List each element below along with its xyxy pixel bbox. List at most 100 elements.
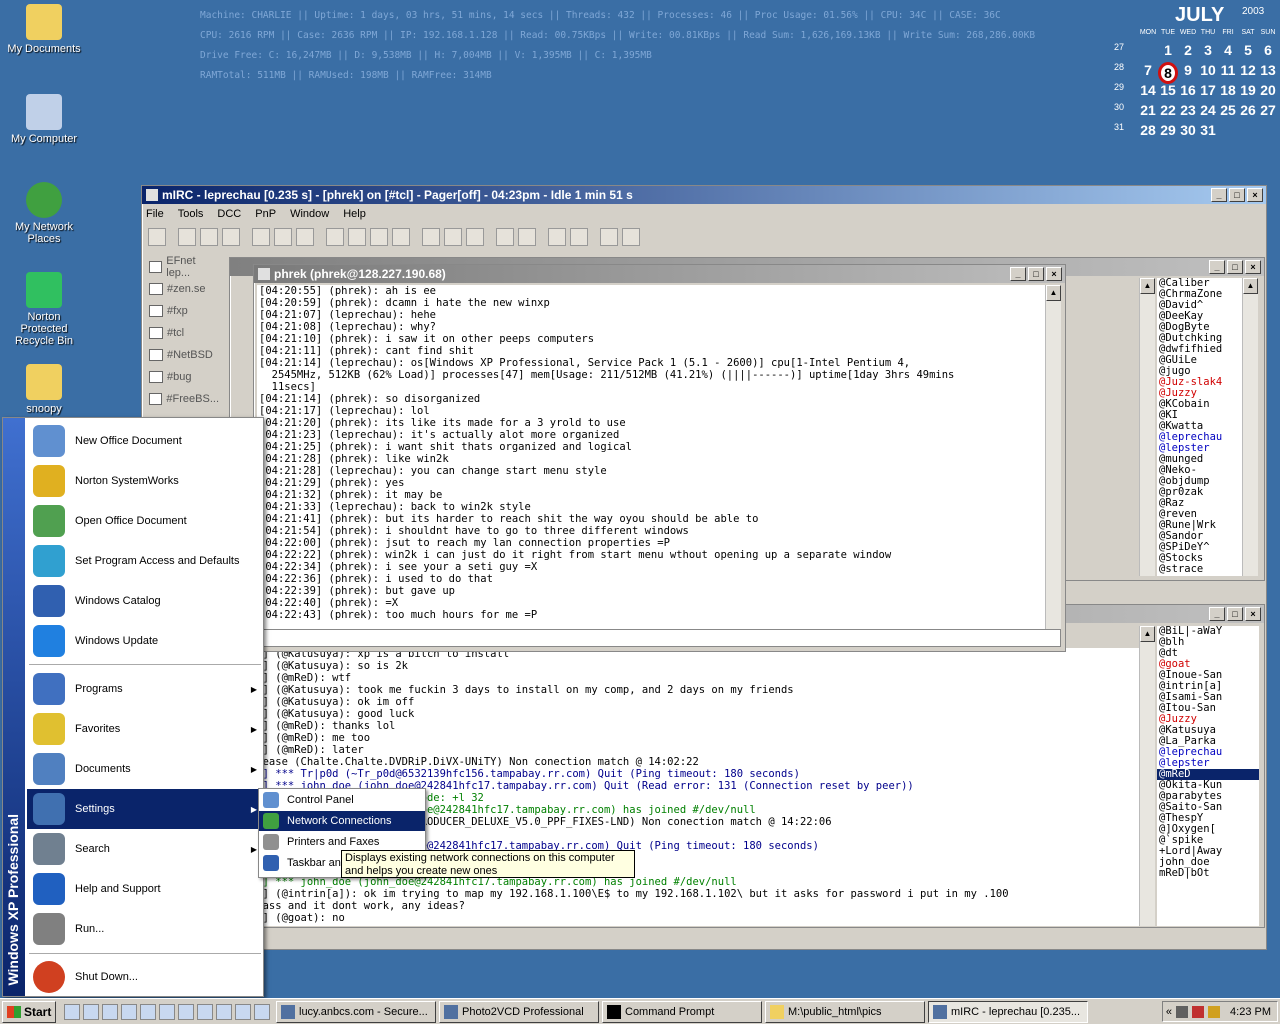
start-item-norton-systemworks[interactable]: Norton SystemWorks (27, 461, 263, 501)
switchbar-item[interactable]: #NetBSD (149, 346, 219, 364)
minimize-button[interactable]: _ (1209, 260, 1225, 274)
send-icon[interactable] (326, 228, 344, 246)
channels-icon[interactable] (200, 228, 218, 246)
urls-icon[interactable] (392, 228, 410, 246)
desktop-icon-my-computer[interactable]: My Computer (4, 94, 84, 145)
colors-icon[interactable] (274, 228, 292, 246)
taskbar-button-mirc[interactable]: mIRC - leprechau [0.235... (928, 1000, 1088, 1023)
start-item-new-office-document[interactable]: New Office Document (27, 421, 263, 461)
start-item-favorites[interactable]: Favorites ▶ (27, 709, 263, 749)
submenu-network-connections[interactable]: Network Connections (259, 811, 425, 831)
switchbar-item[interactable]: #tcl (149, 324, 219, 342)
submenu-printers-faxes[interactable]: Printers and Faxes (259, 832, 425, 852)
menu-dcc[interactable]: DCC (217, 208, 241, 220)
quicklaunch-icon[interactable] (216, 1003, 232, 1020)
tray-app-icon[interactable] (1176, 1005, 1189, 1018)
windows-icon[interactable] (570, 228, 588, 246)
away-icon[interactable] (422, 228, 440, 246)
arrange-icon[interactable] (548, 228, 566, 246)
close-button[interactable]: × (1245, 607, 1261, 621)
start-item-windows-catalog[interactable]: Windows Catalog (27, 581, 263, 621)
minimize-button[interactable]: _ (1209, 607, 1225, 621)
cascade-icon[interactable] (518, 228, 536, 246)
close-button[interactable]: × (1247, 188, 1263, 202)
quicklaunch-icon[interactable] (159, 1003, 175, 1020)
switchbar-item[interactable]: #zen.se (149, 280, 219, 298)
maximize-button[interactable]: □ (1227, 607, 1243, 621)
mirc-titlebar[interactable]: mIRC - leprechau [0.235 s] - [phrek] on … (142, 186, 1266, 204)
query-titlebar[interactable]: phrek (phrek@128.227.190.68) (254, 265, 1065, 283)
minimize-button[interactable]: _ (1010, 267, 1026, 281)
desktop-icon-network-places[interactable]: My Network Places (4, 182, 84, 245)
taskbar-button-folder[interactable]: M:\public_html\pics (765, 1000, 925, 1023)
taskbar-button-photo2vcd[interactable]: Photo2VCD Professional (439, 1000, 599, 1023)
close-button[interactable]: × (1245, 260, 1261, 274)
menu-pnp[interactable]: PnP (255, 208, 276, 220)
notify-icon[interactable] (370, 228, 388, 246)
start-item-search[interactable]: Search ▶ (27, 829, 263, 869)
about-icon[interactable] (622, 228, 640, 246)
scripts-icon[interactable] (252, 228, 270, 246)
dcc-icon[interactable] (296, 228, 314, 246)
menu-tools[interactable]: Tools (178, 208, 204, 220)
list-icon[interactable] (466, 228, 484, 246)
quicklaunch-icon[interactable] (64, 1003, 80, 1020)
start-item-help-support[interactable]: Help and Support (27, 869, 263, 909)
desktop-icon-snoopy[interactable]: snoopy (4, 364, 84, 415)
start-item-documents[interactable]: Documents ▶ (27, 749, 263, 789)
tray-app-icon[interactable] (1192, 1005, 1205, 1018)
chat-scrollbar[interactable]: ▲ (1139, 278, 1155, 576)
addressbook-icon[interactable] (222, 228, 240, 246)
start-item-shut-down[interactable]: Shut Down... (27, 957, 263, 997)
quicklaunch-icon[interactable] (178, 1003, 194, 1020)
maximize-button[interactable]: □ (1028, 267, 1044, 281)
nick-list-1[interactable]: @Caliber @ChrmaZone @David^ @DeeKay @DogByte… (1157, 278, 1243, 576)
timer-icon[interactable] (348, 228, 366, 246)
switchbar-item[interactable]: EFnet lep... (149, 255, 219, 279)
start-item-open-office-document[interactable]: Open Office Document (27, 501, 263, 541)
help-icon[interactable] (600, 228, 618, 246)
switchbar-item[interactable]: #bug (149, 368, 219, 386)
start-item-set-program-access[interactable]: Set Program Access and Defaults (27, 541, 263, 581)
maximize-button[interactable]: □ (1229, 188, 1245, 202)
quicklaunch-icon[interactable] (102, 1003, 118, 1020)
switchbar-item[interactable]: #FreeBS... (149, 390, 219, 408)
nick-list-2[interactable]: @BiL|-aWaY @blh @dt @goat @Inoue-San @intrin[… (1157, 626, 1259, 926)
tray-expand-icon[interactable]: « (1166, 1006, 1172, 1018)
quicklaunch-icon[interactable] (254, 1003, 270, 1020)
nick-item[interactable]: @strace (1157, 564, 1243, 575)
log-icon[interactable] (444, 228, 462, 246)
close-button[interactable]: × (1046, 267, 1062, 281)
start-button[interactable]: Start (2, 1000, 56, 1023)
quicklaunch-icon[interactable] (121, 1003, 137, 1020)
quicklaunch-icon[interactable] (197, 1003, 213, 1020)
desktop-icon-my-documents[interactable]: My Documents (4, 4, 84, 55)
maximize-button[interactable]: □ (1227, 260, 1243, 274)
start-item-settings[interactable]: Settings ▶ (27, 789, 263, 829)
query-input[interactable] (257, 629, 1061, 647)
quicklaunch-icon[interactable] (235, 1003, 251, 1020)
options-icon[interactable] (178, 228, 196, 246)
switchbar-item[interactable]: #fxp (149, 302, 219, 320)
tray-app-icon[interactable] (1208, 1005, 1221, 1018)
menu-window[interactable]: Window (290, 208, 329, 220)
menu-file[interactable]: File (146, 208, 164, 220)
quicklaunch-icon[interactable] (83, 1003, 99, 1020)
taskbar-button-cmd[interactable]: Command Prompt (602, 1000, 762, 1023)
connect-icon[interactable] (148, 228, 166, 246)
chat-scrollbar[interactable]: ▲ (1139, 626, 1155, 926)
start-item-programs[interactable]: Programs ▶ (27, 669, 263, 709)
submenu-control-panel[interactable]: Control Panel (259, 790, 425, 810)
quicklaunch-icon[interactable] (140, 1003, 156, 1020)
desktop-icon-recycle-bin[interactable]: Norton Protected Recycle Bin (4, 272, 84, 347)
start-item-run[interactable]: Run... (27, 909, 263, 949)
query-scrollbar[interactable]: ▲ (1045, 285, 1061, 629)
clock[interactable]: 4:23 PM (1230, 1006, 1271, 1018)
taskbar-button-ssh[interactable]: lucy.anbcs.com - Secure... (276, 1000, 436, 1023)
nick-scrollbar[interactable]: ▲ (1242, 278, 1258, 576)
start-item-windows-update[interactable]: Windows Update (27, 621, 263, 661)
menu-help[interactable]: Help (343, 208, 366, 220)
minimize-button[interactable]: _ (1211, 188, 1227, 202)
nick-item[interactable]: mReD|bOt (1157, 868, 1259, 879)
tile-icon[interactable] (496, 228, 514, 246)
